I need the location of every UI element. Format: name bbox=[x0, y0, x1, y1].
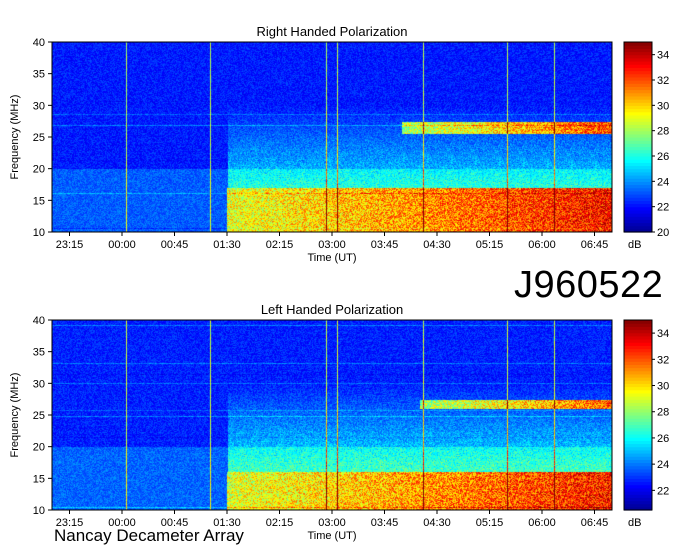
colorbar-tick-label: 28 bbox=[657, 407, 669, 419]
y-tick-label: 25 bbox=[33, 410, 45, 422]
x-axis-label: Time (UT) bbox=[307, 252, 356, 264]
colorbar-tick-label: 26 bbox=[657, 151, 669, 163]
colorbar-label: dB bbox=[628, 517, 641, 529]
colorbar-tick-label: 34 bbox=[657, 50, 669, 62]
colorbar-tick-label: 24 bbox=[657, 459, 669, 471]
y-axis-label: Frequency (MHz) bbox=[9, 373, 21, 458]
colorbar-tick-label: 22 bbox=[657, 202, 669, 214]
colorbar-tick-label: 34 bbox=[657, 328, 669, 340]
colorbar-tick-label: 28 bbox=[657, 126, 669, 138]
y-tick-label: 40 bbox=[33, 37, 45, 49]
y-tick-label: 25 bbox=[33, 132, 45, 144]
colorbar-tick-label: 22 bbox=[657, 485, 669, 497]
observation-id: J960522 bbox=[514, 264, 664, 306]
x-tick-label: 03:00 bbox=[318, 517, 346, 529]
spectrogram-heatmap bbox=[52, 42, 612, 232]
colorbar-segment bbox=[624, 42, 652, 46]
x-tick-label: 04:30 bbox=[423, 517, 451, 529]
x-tick-label: 03:45 bbox=[371, 517, 399, 529]
x-axis-label: Time (UT) bbox=[307, 530, 356, 542]
colorbar-tick-label: 30 bbox=[657, 381, 669, 393]
y-tick-label: 30 bbox=[33, 100, 45, 112]
x-tick-label: 00:00 bbox=[108, 239, 136, 251]
y-tick-label: 35 bbox=[33, 69, 45, 81]
observatory-name: Nancay Decameter Array bbox=[54, 526, 244, 545]
x-tick-label: 02:15 bbox=[266, 517, 294, 529]
x-tick-label: 03:00 bbox=[318, 239, 346, 251]
colorbar: 22 24 26 28 30 32 34 dB bbox=[623, 319, 669, 529]
x-tick-label: 00:45 bbox=[161, 239, 189, 251]
x-tick-label: 05:15 bbox=[476, 517, 504, 529]
y-tick-label: 20 bbox=[33, 164, 45, 176]
y-tick-label: 40 bbox=[33, 315, 45, 327]
colorbar-segment bbox=[624, 320, 652, 324]
y-tick-label: 35 bbox=[33, 347, 45, 359]
y-tick-label: 10 bbox=[33, 227, 45, 239]
spectrogram-heatmap bbox=[52, 320, 612, 510]
x-tick-label: 04:30 bbox=[423, 239, 451, 251]
panel-title: Right Handed Polarization bbox=[256, 24, 407, 39]
colorbar-tick-label: 32 bbox=[657, 75, 669, 87]
x-tick-label: 06:45 bbox=[581, 517, 609, 529]
colorbar-tick-label: 20 bbox=[657, 227, 669, 239]
x-tick-label: 03:45 bbox=[371, 239, 399, 251]
colorbar-tick-label: 32 bbox=[657, 354, 669, 366]
x-tick-label: 06:00 bbox=[528, 239, 556, 251]
colorbar-tick-label: 30 bbox=[657, 100, 669, 112]
x-tick-label: 06:00 bbox=[528, 517, 556, 529]
x-tick-label: 02:15 bbox=[266, 239, 294, 251]
y-tick-label: 30 bbox=[33, 378, 45, 390]
colorbar: 20 22 24 26 28 30 32 34 dB bbox=[623, 41, 669, 251]
y-tick-label: 10 bbox=[33, 505, 45, 517]
colorbar-label: dB bbox=[628, 239, 641, 251]
panel-title: Left Handed Polarization bbox=[261, 302, 403, 317]
y-tick-label: 15 bbox=[33, 473, 45, 485]
x-tick-label: 23:15 bbox=[56, 239, 84, 251]
x-tick-label: 06:45 bbox=[581, 239, 609, 251]
colorbar-tick-label: 24 bbox=[657, 176, 669, 188]
x-tick-label: 01:30 bbox=[213, 239, 241, 251]
y-tick-label: 15 bbox=[33, 195, 45, 207]
y-axis-label: Frequency (MHz) bbox=[9, 95, 21, 180]
colorbar-tick-label: 26 bbox=[657, 433, 669, 445]
panel-right-polarization: Right Handed Polarization 10 15 20 25 30 35 40 F… bbox=[9, 24, 669, 264]
y-tick-label: 20 bbox=[33, 442, 45, 454]
panel-left-polarization: Left Handed Polarization 10 15 20 25 30 35 40 Fr… bbox=[9, 302, 669, 542]
x-tick-label: 05:15 bbox=[476, 239, 504, 251]
